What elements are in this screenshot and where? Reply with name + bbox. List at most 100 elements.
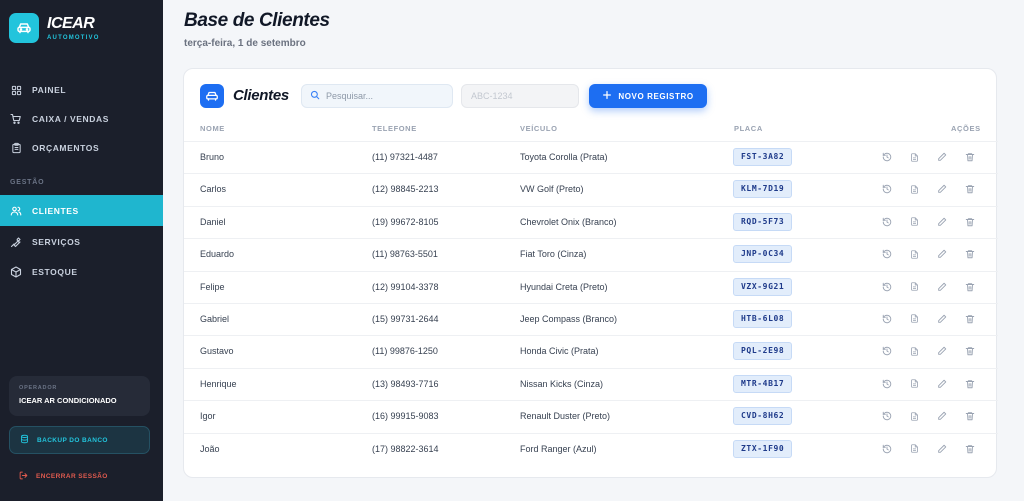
search-field[interactable]	[301, 84, 453, 108]
new-record-label: NOVO REGISTRO	[618, 91, 694, 101]
trash-icon[interactable]	[964, 281, 976, 293]
edit-icon[interactable]	[936, 216, 948, 228]
cell-phone: (17) 98822-3614	[372, 443, 439, 454]
edit-icon[interactable]	[936, 313, 948, 325]
clipboard-icon	[10, 142, 22, 154]
cell-name: Henrique	[200, 378, 237, 389]
plate-field[interactable]	[461, 84, 579, 108]
column-header-placa: PLACA	[734, 124, 763, 133]
trash-icon[interactable]	[964, 216, 976, 228]
trash-icon[interactable]	[964, 410, 976, 422]
trash-icon[interactable]	[964, 313, 976, 325]
trash-icon[interactable]	[964, 151, 976, 163]
cell-vehicle: Fiat Toro (Cinza)	[520, 249, 587, 260]
nav-section-gestao: GESTÃO	[10, 179, 45, 186]
plate-badge: CVD-8H62	[733, 407, 793, 426]
history-icon[interactable]	[881, 345, 893, 357]
edit-icon[interactable]	[936, 345, 948, 357]
operator-card: OPERADOR ICEAR AR CONDICIONADO	[9, 376, 150, 416]
edit-icon[interactable]	[936, 443, 948, 455]
table-row[interactable]: Gustavo (11) 99876-1250 Honda Civic (Pra…	[184, 335, 998, 367]
cell-name: João	[200, 443, 220, 454]
history-icon[interactable]	[881, 248, 893, 260]
trash-icon[interactable]	[964, 183, 976, 195]
edit-icon[interactable]	[936, 151, 948, 163]
document-icon[interactable]	[908, 313, 920, 325]
nav-item-servicos[interactable]: SERVIÇOS	[0, 227, 163, 257]
trash-icon[interactable]	[964, 378, 976, 390]
logout-button[interactable]: ENCERRAR SESSÃO	[9, 466, 150, 486]
trash-icon[interactable]	[964, 248, 976, 260]
table-row[interactable]: Henrique (13) 98493-7716 Nissan Kicks (C…	[184, 367, 998, 400]
document-icon[interactable]	[908, 183, 920, 195]
column-header-acoes: AÇÕES	[951, 124, 981, 133]
table-row[interactable]: Felipe (12) 99104-3378 Hyundai Creta (Pr…	[184, 270, 998, 303]
table-row[interactable]: Daniel (19) 99672-8105 Chevrolet Onix (B…	[184, 205, 998, 238]
document-icon[interactable]	[908, 216, 920, 228]
users-icon	[10, 205, 22, 217]
nav-item-estoque[interactable]: ESTOQUE	[0, 257, 163, 287]
document-icon[interactable]	[908, 410, 920, 422]
nav-label: CLIENTES	[32, 205, 79, 216]
history-icon[interactable]	[881, 443, 893, 455]
nav-label: CAIXA / VENDAS	[32, 114, 110, 124]
cell-vehicle: Toyota Corolla (Prata)	[520, 152, 608, 162]
cell-vehicle: Jeep Compass (Branco)	[520, 313, 618, 324]
backup-button[interactable]: BACKUP DO BANCO	[9, 426, 150, 454]
history-icon[interactable]	[881, 410, 893, 422]
nav-item-caixa-vendas[interactable]: CAIXA / VENDAS	[0, 104, 163, 134]
trash-icon[interactable]	[964, 345, 976, 357]
document-icon[interactable]	[908, 345, 920, 357]
nav-item-clientes[interactable]: CLIENTES	[0, 195, 163, 226]
car-logo-icon	[9, 13, 39, 43]
cell-name: Igor	[200, 411, 216, 422]
edit-icon[interactable]	[936, 378, 948, 390]
page-date: terça-feira, 1 de setembro	[184, 38, 306, 49]
history-icon[interactable]	[881, 281, 893, 293]
cell-phone: (11) 98763-5501	[372, 249, 438, 260]
operator-name: ICEAR AR CONDICIONADO	[19, 396, 117, 405]
column-header-veiculo: VEÍCULO	[520, 124, 558, 133]
cell-name: Bruno	[200, 152, 225, 162]
table-row[interactable]: Carlos (12) 98845-2213 VW Golf (Preto) K…	[184, 173, 998, 205]
table-row[interactable]: Bruno (11) 97321-4487 Toyota Corolla (Pr…	[184, 141, 998, 173]
nav-item-painel[interactable]: PAINEL	[0, 75, 163, 105]
table-row[interactable]: Eduardo (11) 98763-5501 Fiat Toro (Cinza…	[184, 238, 998, 270]
search-input[interactable]	[326, 91, 446, 101]
cell-phone: (11) 97321-4487	[372, 152, 438, 162]
plate-input[interactable]	[471, 91, 571, 101]
document-icon[interactable]	[908, 151, 920, 163]
new-record-button[interactable]: NOVO REGISTRO	[589, 84, 707, 108]
car-icon	[200, 84, 224, 108]
trash-icon[interactable]	[964, 443, 976, 455]
plate-badge: VZX-9G21	[733, 277, 793, 296]
nav-label: PAINEL	[32, 85, 67, 95]
table-row[interactable]: Gabriel (15) 99731-2644 Jeep Compass (Br…	[184, 302, 998, 335]
cell-phone: (16) 99915-9083	[372, 411, 439, 422]
grid-icon	[10, 84, 22, 96]
table-row[interactable]: Igor (16) 99915-9083 Renault Duster (Pre…	[184, 400, 998, 432]
document-icon[interactable]	[908, 248, 920, 260]
nav-item-orcamentos[interactable]: ORÇAMENTOS	[0, 133, 163, 163]
edit-icon[interactable]	[936, 410, 948, 422]
edit-icon[interactable]	[936, 183, 948, 195]
history-icon[interactable]	[881, 216, 893, 228]
history-icon[interactable]	[881, 313, 893, 325]
cart-icon	[10, 113, 22, 125]
cell-name: Felipe	[200, 281, 225, 292]
edit-icon[interactable]	[936, 248, 948, 260]
nav-label: ESTOQUE	[32, 267, 78, 277]
cell-name: Eduardo	[200, 249, 235, 260]
cell-name: Gabriel	[200, 313, 230, 324]
brand[interactable]: ICEAR AUTOMOTIVO	[9, 13, 100, 43]
document-icon[interactable]	[908, 443, 920, 455]
document-icon[interactable]	[908, 281, 920, 293]
history-icon[interactable]	[881, 151, 893, 163]
nav-label: ORÇAMENTOS	[32, 143, 100, 153]
table-row[interactable]: João (17) 98822-3614 Ford Ranger (Azul) …	[184, 432, 998, 465]
history-icon[interactable]	[881, 378, 893, 390]
edit-icon[interactable]	[936, 281, 948, 293]
cell-vehicle: Nissan Kicks (Cinza)	[520, 378, 604, 389]
history-icon[interactable]	[881, 183, 893, 195]
document-icon[interactable]	[908, 378, 920, 390]
